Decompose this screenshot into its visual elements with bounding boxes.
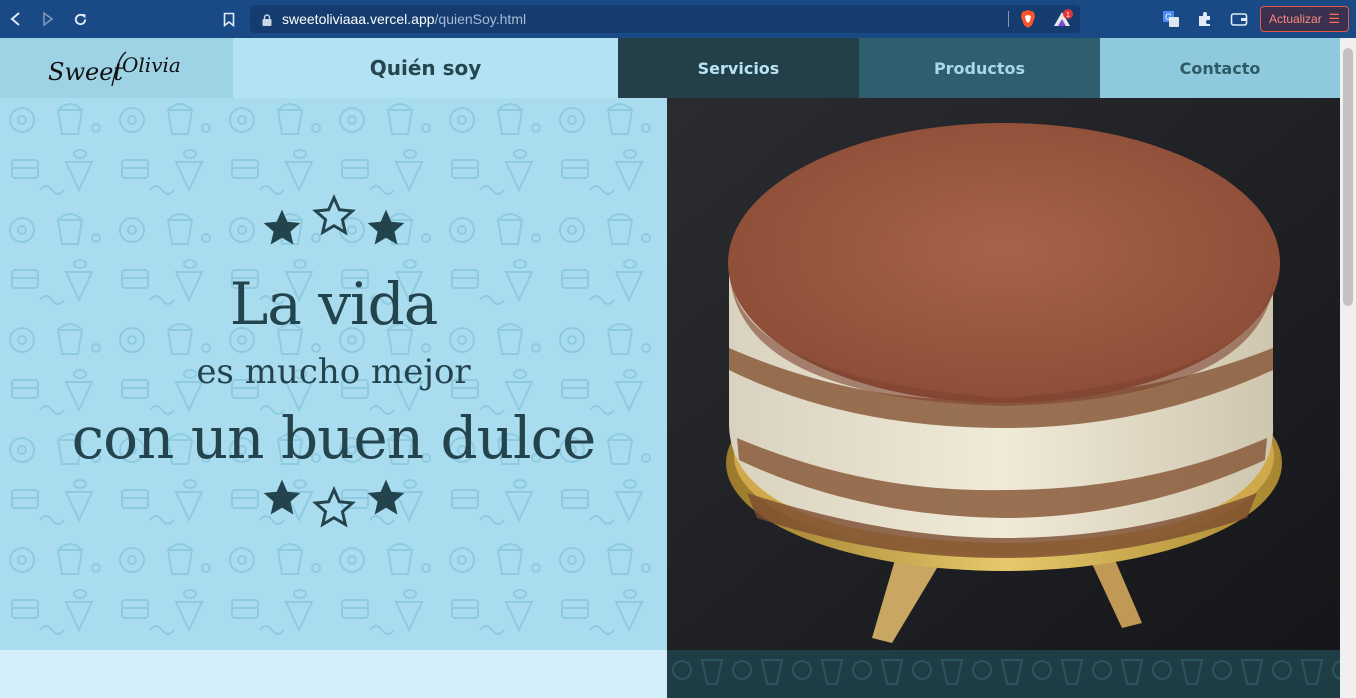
bookmark-button[interactable] [216,0,242,38]
extensions-puzzle-icon[interactable] [1194,8,1216,30]
extension-icons: G [1160,0,1250,38]
nav-quien-soy[interactable]: Quién soy [233,38,618,98]
site-header: Sweet Olivia Quién soy Servicios Product… [0,38,1340,98]
star-filled-icon [263,479,300,515]
reload-icon [74,13,86,25]
lock-icon [262,13,272,26]
svg-text:Olivia: Olivia [122,53,181,77]
browser-toolbar: sweetoliviaaa.vercel.app/quienSoy.html 1… [0,0,1356,38]
quote-line-2: es mucho mejor [196,352,471,392]
star-outline-icon [311,194,356,236]
brave-rewards-icon[interactable]: 1 [1052,9,1074,29]
url-text: sweetoliviaaa.vercel.app/quienSoy.html [282,11,526,27]
forward-button[interactable] [32,0,64,38]
page-scrollbar[interactable] [1340,38,1356,698]
nav-productos[interactable]: Productos [859,38,1100,98]
logo-script: Sweet Olivia [48,51,181,87]
menu-icon: ☰ [1328,11,1340,26]
star-outline-icon [311,486,356,528]
content-area-right [667,650,1340,698]
url-host: sweetoliviaaa.vercel.app [282,11,435,27]
url-path: /quienSoy.html [434,11,527,27]
brave-shields-icon[interactable] [1018,9,1038,29]
reload-button[interactable] [64,0,96,38]
dark-pattern-strip [667,650,1340,698]
url-divider [1008,11,1009,27]
star-filled-icon [367,209,404,245]
address-bar[interactable]: sweetoliviaaa.vercel.app/quienSoy.html 1 [250,5,1080,33]
tiramisu-cake-photo [667,98,1340,650]
star-filled-icon [367,479,404,515]
back-icon [10,12,20,26]
update-button[interactable]: Actualizar ☰ [1260,6,1349,32]
nav-servicios[interactable]: Servicios [618,38,859,98]
stars-top [0,194,667,250]
content-area-left [0,650,667,698]
quote-line-1: La vida [229,270,439,338]
star-filled-icon [263,209,300,245]
hero-quote-panel: La vida es mucho mejor con un buen dulce [0,98,667,650]
scrollbar-thumb[interactable] [1343,48,1353,306]
quote-line-3: con un buen dulce [71,404,597,472]
update-label: Actualizar [1269,12,1322,26]
back-button[interactable] [0,0,32,38]
hero-quote: La vida es mucho mejor con un buen dulce [0,98,667,650]
svg-text:Sweet: Sweet [48,58,123,86]
bookmark-icon [223,12,235,27]
rewards-badge: 1 [1066,12,1070,19]
forward-icon [43,12,54,26]
stars-bottom [0,476,667,530]
cake-illustration [667,98,1340,650]
translate-icon[interactable]: G [1160,8,1182,30]
site-logo[interactable]: Sweet Olivia [0,38,233,98]
wallet-icon[interactable] [1228,8,1250,30]
nav-contacto[interactable]: Contacto [1100,38,1340,98]
